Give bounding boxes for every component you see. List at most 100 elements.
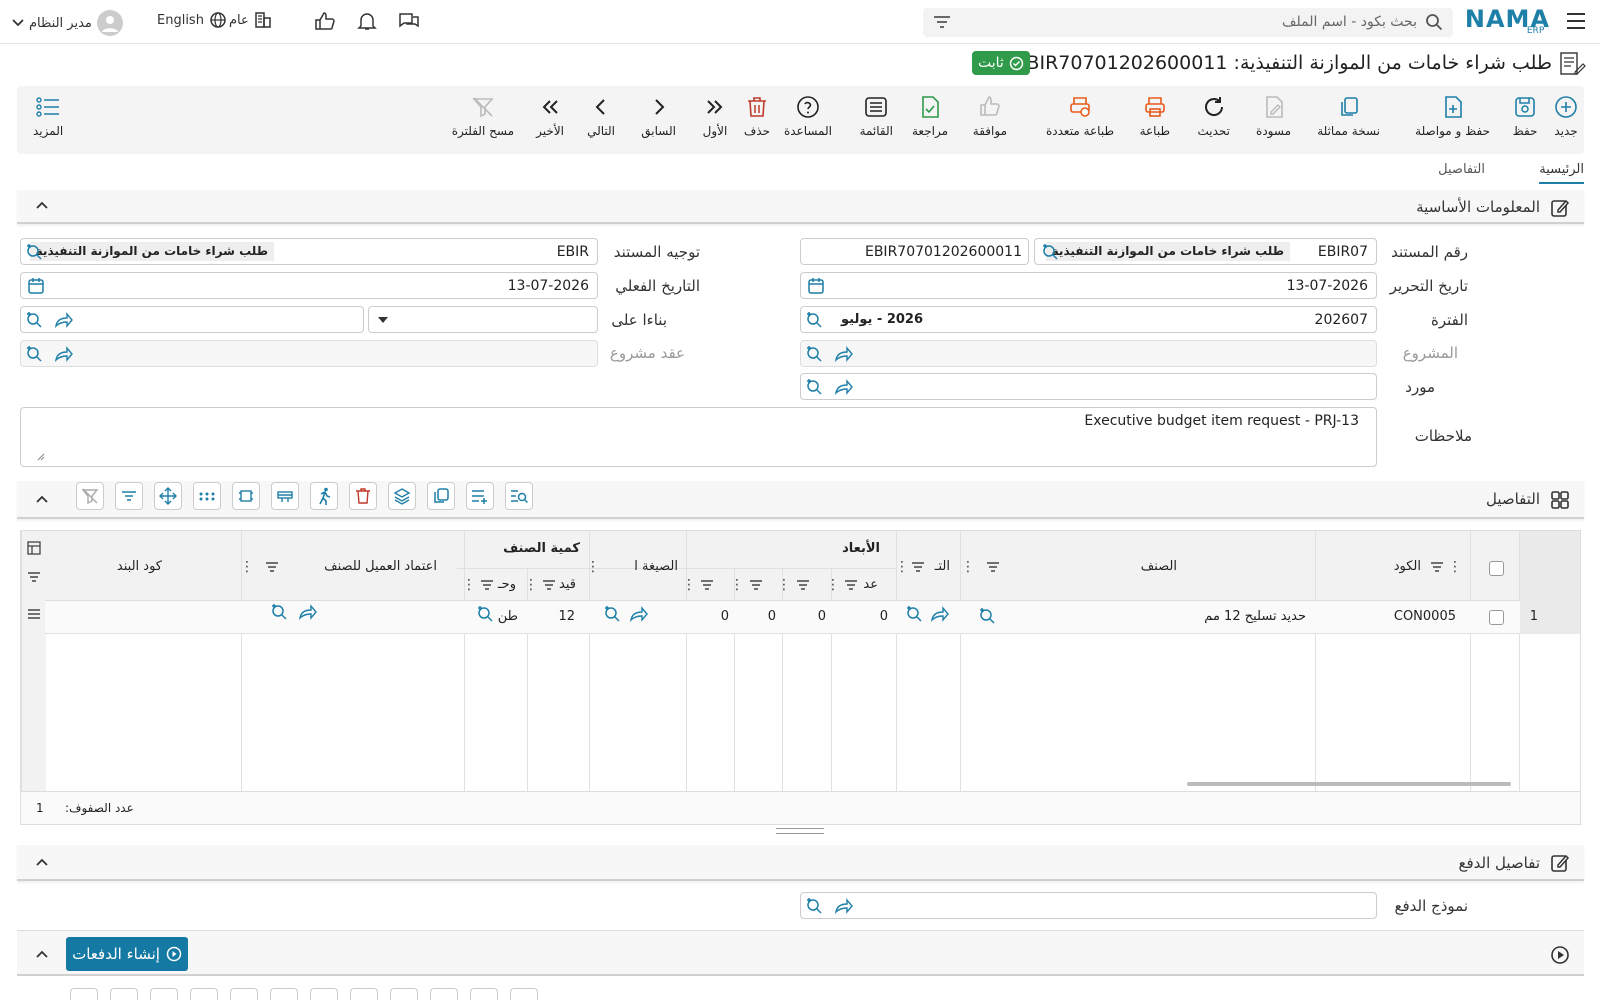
column-menu-icon[interactable]: ⋮ bbox=[777, 577, 791, 593]
column-menu-icon[interactable]: ⋮ bbox=[682, 577, 696, 593]
column-menu-icon[interactable]: ⋮ bbox=[826, 577, 840, 593]
lookup-search-icon[interactable] bbox=[805, 344, 825, 364]
actual-date-field[interactable]: 13-07-2026 bbox=[20, 272, 598, 299]
column-header-line-code[interactable]: كود البند bbox=[117, 559, 162, 574]
share-arrow-icon[interactable] bbox=[628, 604, 648, 624]
grid-add-rows-button[interactable] bbox=[466, 482, 494, 510]
lookup-search-icon[interactable] bbox=[25, 310, 45, 330]
refresh-button[interactable]: تحديث bbox=[1197, 94, 1230, 138]
project-contract-field[interactable] bbox=[20, 340, 598, 367]
more-button[interactable]: المزيد bbox=[33, 94, 63, 138]
notes-textarea[interactable]: Executive budget item request - PRJ-13 bbox=[20, 407, 1377, 467]
table-settings-icon[interactable] bbox=[27, 541, 41, 555]
draft-button[interactable]: مسودة bbox=[1256, 94, 1291, 138]
column-menu-icon[interactable]: ⋮ bbox=[961, 559, 975, 575]
column-header-code[interactable]: الكود bbox=[1394, 559, 1421, 574]
chevron-up-icon[interactable] bbox=[35, 198, 49, 212]
grid-dots-button[interactable] bbox=[193, 482, 221, 510]
period-field[interactable]: 202607 2026 - يوليو bbox=[800, 306, 1377, 333]
column-filter-icon[interactable] bbox=[265, 561, 279, 573]
hamburger-menu-icon[interactable] bbox=[1566, 12, 1586, 30]
review-button[interactable]: مراجعة bbox=[912, 94, 948, 138]
column-menu-icon[interactable]: ⋮ bbox=[895, 559, 909, 575]
list-button[interactable]: القائمة bbox=[860, 94, 893, 138]
column-header-item[interactable]: الصنف bbox=[1141, 559, 1177, 574]
lookup-search-icon[interactable] bbox=[1041, 242, 1061, 262]
column-menu-icon[interactable]: ⋮ bbox=[524, 577, 538, 593]
column-menu-icon[interactable]: ⋮ bbox=[240, 559, 254, 575]
bell-icon[interactable] bbox=[357, 11, 377, 31]
chevron-up-icon[interactable] bbox=[35, 855, 49, 869]
share-arrow-icon[interactable] bbox=[833, 896, 853, 916]
calendar-icon[interactable] bbox=[807, 277, 825, 295]
grid-frame-button[interactable] bbox=[232, 482, 260, 510]
grid-layers-button[interactable] bbox=[388, 482, 416, 510]
column-filter-icon[interactable] bbox=[844, 579, 858, 591]
cell-dim2[interactable]: 0 bbox=[818, 609, 826, 624]
based-on-field[interactable] bbox=[20, 306, 364, 333]
supplier-field[interactable] bbox=[800, 373, 1377, 400]
column-header-count[interactable]: عد bbox=[863, 577, 878, 592]
grid-copy-button[interactable] bbox=[427, 482, 455, 510]
duplicate-button[interactable]: نسخة مماثلة bbox=[1317, 94, 1380, 138]
filter-icon[interactable] bbox=[933, 14, 951, 30]
lookup-search-icon[interactable] bbox=[805, 310, 825, 330]
tab-main[interactable]: الرئيسية bbox=[1539, 162, 1584, 184]
print-button[interactable]: طباعة bbox=[1140, 94, 1170, 138]
column-header-dim[interactable]: التـ bbox=[935, 559, 950, 574]
menu-lines-icon[interactable] bbox=[27, 608, 41, 620]
tab-details[interactable]: التفاصيل bbox=[1438, 162, 1485, 177]
cell-code[interactable]: CON0005 bbox=[1394, 609, 1456, 624]
delete-button[interactable]: حذف bbox=[744, 94, 770, 138]
new-button[interactable]: جديد bbox=[1553, 94, 1579, 138]
share-arrow-icon[interactable] bbox=[297, 602, 317, 622]
share-arrow-icon[interactable] bbox=[833, 344, 853, 364]
create-payments-button[interactable]: إنشاء الدفعات bbox=[66, 937, 188, 971]
play-circle-icon[interactable] bbox=[1550, 945, 1570, 965]
column-filter-icon[interactable] bbox=[542, 579, 556, 591]
share-arrow-icon[interactable] bbox=[53, 344, 73, 364]
doc-number-value-field[interactable]: EBIR70701202600011 bbox=[800, 238, 1029, 265]
grid-delete-button[interactable] bbox=[349, 482, 377, 510]
doc-direction-field[interactable]: EBIR طلب شراء خامات من الموازنة التنفيذي… bbox=[20, 238, 598, 265]
column-header-unit[interactable]: وحـ bbox=[498, 577, 516, 592]
filter-lines-icon[interactable] bbox=[27, 571, 41, 583]
first-button[interactable]: الأول bbox=[702, 94, 728, 138]
nama-logo[interactable]: NAMA ERP bbox=[1465, 5, 1550, 36]
user-menu[interactable]: مدير النظام bbox=[12, 10, 123, 36]
chat-icon[interactable] bbox=[398, 11, 420, 31]
column-header-customer-approval[interactable]: اعتماد العميل للصنف bbox=[324, 559, 437, 574]
branch-selector[interactable]: عام bbox=[229, 11, 272, 29]
lookup-search-icon[interactable] bbox=[905, 604, 925, 624]
share-arrow-icon[interactable] bbox=[53, 310, 73, 330]
column-filter-icon[interactable] bbox=[911, 561, 925, 573]
save-button[interactable]: حفظ bbox=[1512, 94, 1538, 138]
column-filter-icon[interactable] bbox=[480, 579, 494, 591]
multi-print-button[interactable]: طباعة متعددة bbox=[1046, 94, 1114, 138]
select-all-checkbox[interactable] bbox=[1489, 561, 1504, 576]
grid-run-button[interactable] bbox=[310, 482, 338, 510]
last-button[interactable]: الأخير bbox=[536, 94, 564, 138]
basic-info-section-header[interactable]: المعلومات الأساسية bbox=[17, 190, 1584, 224]
share-arrow-icon[interactable] bbox=[833, 377, 853, 397]
lookup-search-icon[interactable] bbox=[805, 377, 825, 397]
approve-button[interactable]: موافقة bbox=[973, 94, 1007, 138]
column-filter-icon[interactable] bbox=[700, 579, 714, 591]
resize-handle-icon[interactable] bbox=[37, 453, 45, 461]
lookup-search-icon[interactable] bbox=[476, 604, 496, 624]
lookup-search-icon[interactable] bbox=[603, 604, 623, 624]
thumbs-up-icon[interactable] bbox=[314, 11, 336, 31]
table-row[interactable]: 1 CON0005 حديد تسليح 12 مم 0 0 0 0 12 طن bbox=[45, 601, 1580, 634]
column-menu-icon[interactable]: ⋮ bbox=[1448, 559, 1462, 575]
column-filter-icon[interactable] bbox=[986, 561, 1000, 573]
cell-dim4[interactable]: 0 bbox=[721, 609, 729, 624]
cell-count[interactable]: 0 bbox=[880, 609, 888, 624]
row-checkbox[interactable] bbox=[1489, 610, 1504, 625]
share-arrow-icon[interactable] bbox=[929, 604, 949, 624]
cell-dim3[interactable]: 0 bbox=[768, 609, 776, 624]
calendar-icon[interactable] bbox=[27, 277, 45, 295]
cell-qty[interactable]: 12 bbox=[558, 609, 575, 624]
cell-item[interactable]: حديد تسليح 12 مم bbox=[1204, 609, 1306, 624]
project-field[interactable] bbox=[800, 340, 1377, 367]
search-box[interactable]: بحث بكود - اسم الملف bbox=[923, 8, 1453, 37]
